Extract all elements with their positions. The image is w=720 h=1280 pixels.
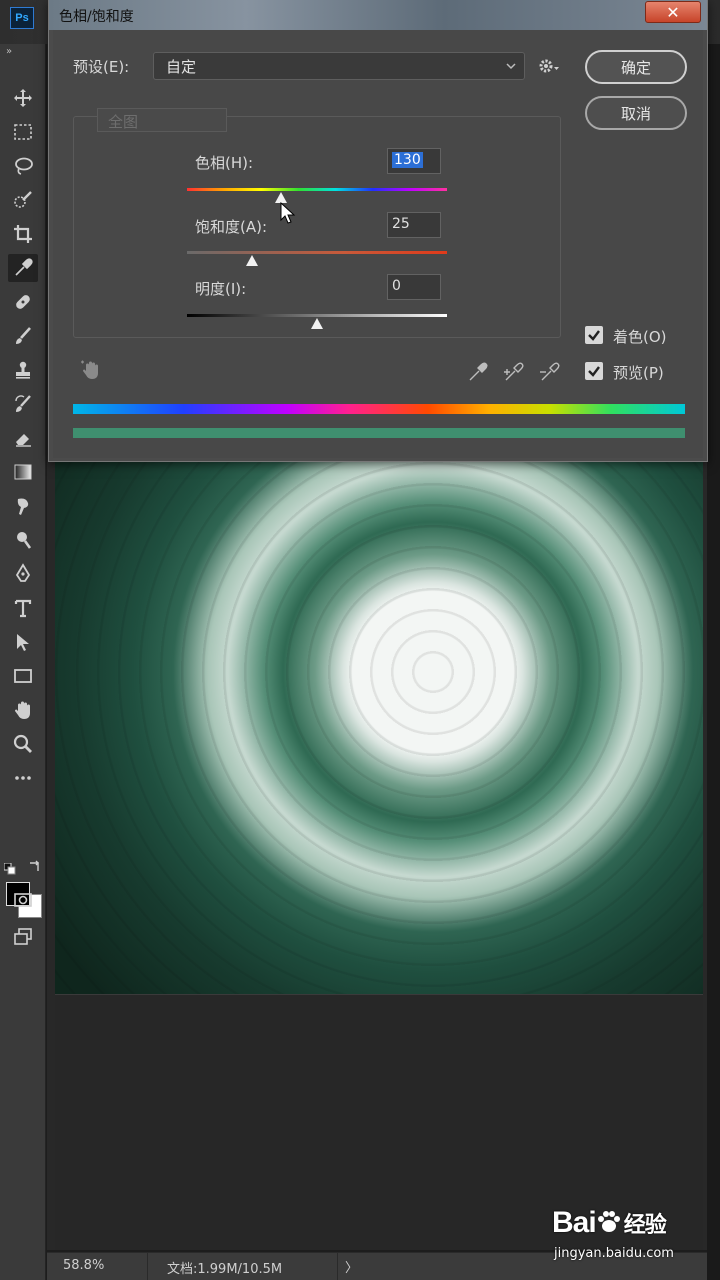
cancel-button[interactable]: 取消 (585, 96, 687, 130)
zoom-level[interactable]: 58.8% (63, 1258, 104, 1273)
gear-icon[interactable] (537, 56, 561, 76)
eyedropper-subtract-icon[interactable] (537, 358, 563, 384)
hue-slider-track[interactable] (187, 188, 447, 191)
output-spectrum-bar (73, 428, 685, 438)
dialog-body: 预设(E): 自定 确定 取消 全图 色相(H): 130 饱和度(A): 25… (53, 30, 703, 458)
colorize-label[interactable]: 着色(O) (613, 326, 667, 347)
checkmark-icon (588, 330, 600, 341)
default-colors-icon[interactable] (3, 860, 16, 875)
adjustment-group (73, 116, 561, 338)
dodge-tool-icon[interactable] (8, 526, 38, 554)
hue-value: 130 (392, 152, 423, 168)
colorize-checkbox[interactable] (585, 326, 603, 344)
pen-tool-icon[interactable] (8, 560, 38, 588)
divider (337, 1253, 338, 1280)
saturation-slider-thumb[interactable] (245, 255, 259, 267)
photoshop-logo: Ps (10, 7, 34, 29)
watermark-logo: Bai 经验 (552, 1206, 667, 1240)
window-edge (707, 44, 720, 1280)
lasso-tool-icon[interactable] (8, 152, 38, 180)
hue-input[interactable]: 130 (387, 148, 441, 174)
channel-dropdown[interactable]: 全图 (97, 108, 227, 132)
rectangle-tool-icon[interactable] (8, 662, 38, 690)
quick-selection-tool-icon[interactable] (8, 186, 38, 214)
baidu-jingyan-watermark: Bai 经验 jingyan.baidu.com (552, 1198, 720, 1268)
watermark-brand-cn: 经验 (623, 1212, 667, 1237)
lightness-label: 明度(I): (195, 280, 247, 298)
watermark-url: jingyan.baidu.com (554, 1246, 674, 1261)
checkmark-icon (588, 366, 600, 377)
divider (147, 1253, 148, 1280)
crop-tool-icon[interactable] (8, 220, 38, 248)
eyedropper-icon[interactable] (465, 358, 491, 384)
photoshop-window: Ps » 58.8% 文档:1.99M/10.5M 〉 色相/饱和度 ✕ 预设(… (0, 0, 720, 1280)
move-tool-icon[interactable] (8, 84, 38, 112)
hand-tool-icon[interactable] (8, 696, 38, 724)
preset-value: 自定 (166, 58, 197, 76)
more-tools-icon[interactable] (8, 764, 38, 792)
input-spectrum-bar (73, 404, 685, 414)
preset-label: 预设(E): (73, 58, 130, 76)
close-button[interactable]: ✕ (645, 1, 701, 23)
lightness-slider-thumb[interactable] (310, 318, 324, 330)
eraser-tool-icon[interactable] (8, 424, 38, 452)
mouse-cursor-icon (280, 202, 296, 224)
brush-tool-icon[interactable] (8, 322, 38, 350)
clone-stamp-tool-icon[interactable] (8, 356, 38, 384)
healing-brush-tool-icon[interactable] (8, 288, 38, 316)
dialog-title: 色相/饱和度 (59, 9, 134, 25)
saturation-label: 饱和度(A): (195, 218, 268, 236)
targeted-adjustment-hand-icon[interactable] (79, 358, 103, 382)
watermark-brand: Bai (552, 1206, 597, 1239)
hue-label: 色相(H): (195, 154, 254, 172)
dialog-titlebar[interactable]: 色相/饱和度 ✕ (49, 0, 707, 30)
saturation-slider-track[interactable] (187, 251, 447, 254)
tools-panel: » (0, 44, 46, 1280)
lightness-input[interactable]: 0 (387, 274, 441, 300)
eyedropper-tool-icon[interactable] (8, 254, 38, 282)
history-brush-tool-icon[interactable] (8, 390, 38, 418)
saturation-input[interactable]: 25 (387, 212, 441, 238)
marquee-tool-icon[interactable] (8, 118, 38, 146)
lightness-slider-track[interactable] (187, 314, 447, 317)
path-selection-tool-icon[interactable] (8, 628, 38, 656)
eyedropper-add-icon[interactable] (501, 358, 527, 384)
type-tool-icon[interactable] (8, 594, 38, 622)
swap-colors-icon[interactable] (28, 858, 42, 872)
quick-mask-icon[interactable] (8, 886, 38, 914)
document-size-info: 文档:1.99M/10.5M (167, 1262, 283, 1277)
ok-button[interactable]: 确定 (585, 50, 687, 84)
smudge-tool-icon[interactable] (8, 492, 38, 520)
hue-saturation-dialog: 色相/饱和度 ✕ 预设(E): 自定 确定 取消 全图 色相(H): 130 饱… (48, 0, 708, 462)
preset-dropdown[interactable]: 自定 (153, 52, 525, 80)
paw-icon (597, 1211, 620, 1232)
zoom-tool-icon[interactable] (8, 730, 38, 758)
screen-mode-icon[interactable] (8, 922, 38, 950)
chevron-down-icon (506, 63, 516, 70)
collapse-panel-icon[interactable]: » (6, 46, 12, 57)
gradient-tool-icon[interactable] (8, 458, 38, 486)
preview-label[interactable]: 预览(P) (613, 362, 664, 383)
status-menu-arrow[interactable]: 〉 (345, 1257, 358, 1276)
image-canvas[interactable] (55, 462, 703, 994)
preview-checkbox[interactable] (585, 362, 603, 380)
